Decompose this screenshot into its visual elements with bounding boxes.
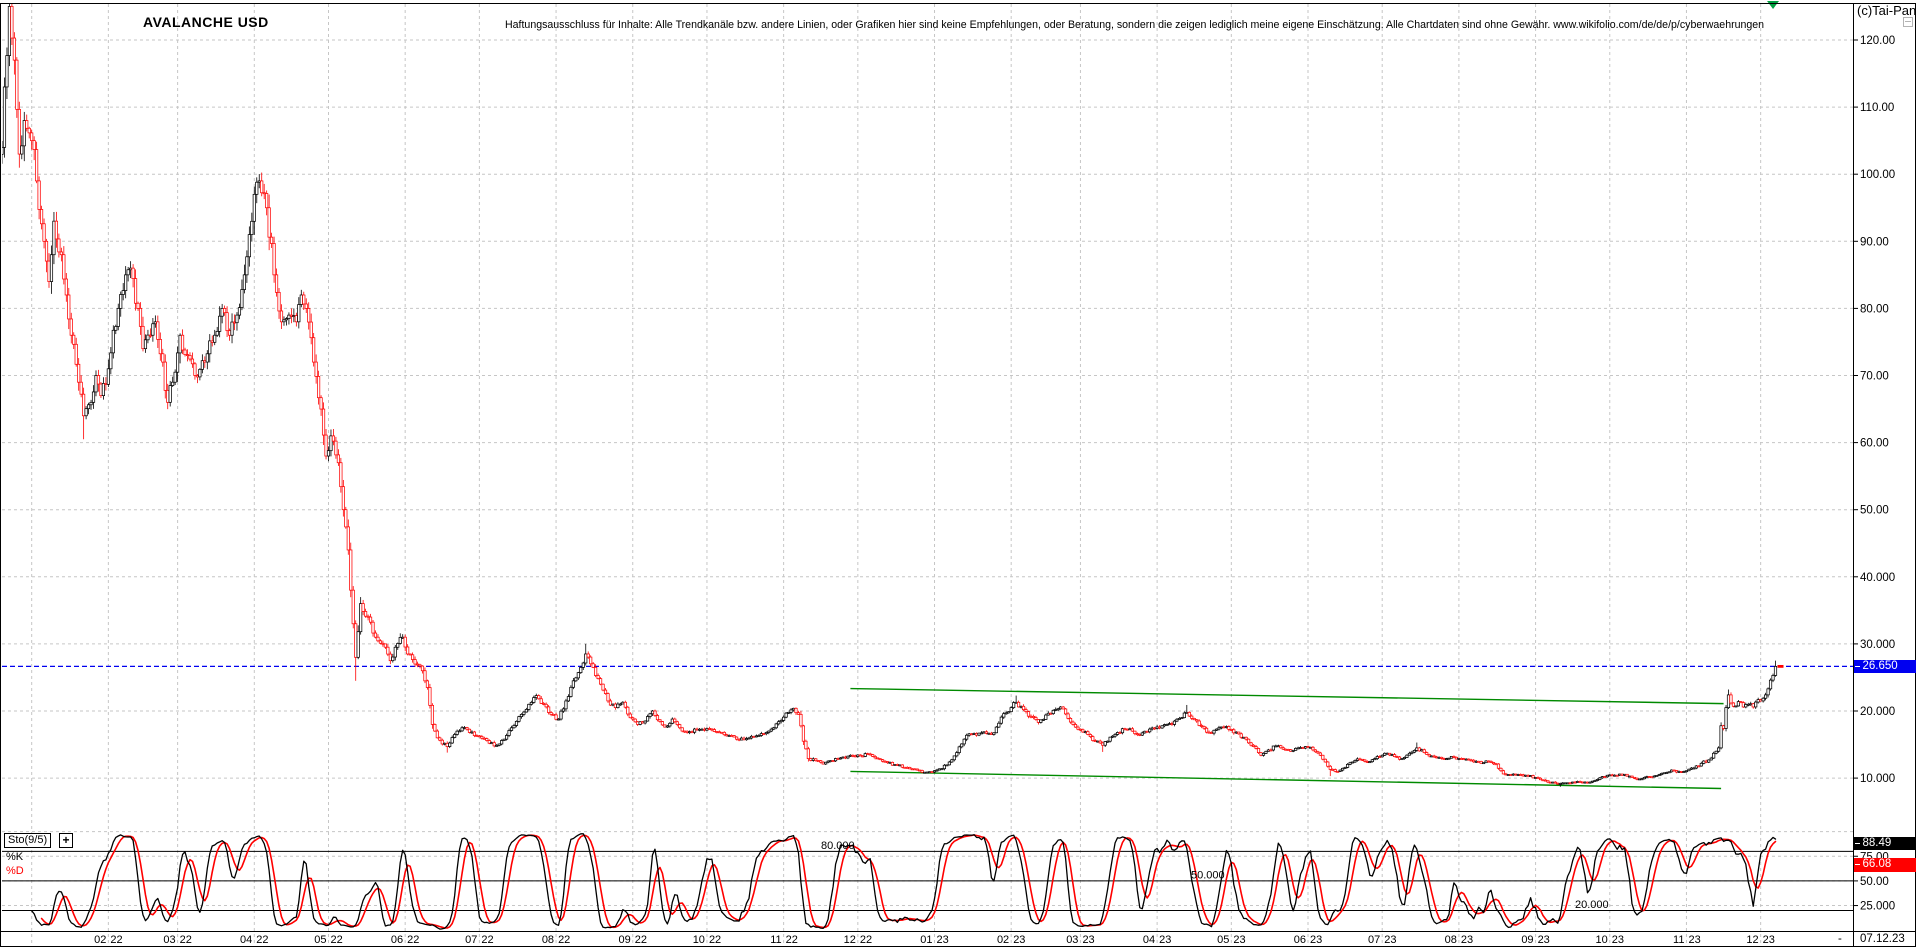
sto-level-label: 50.000 [1191,869,1225,881]
y-tick-label: 70.00 [1860,371,1889,383]
x-month-label: 03 [163,934,175,946]
x-month-label: 08 [542,934,554,946]
x-month-label: 09 [1521,934,1533,946]
x-year-label: 23 [937,934,949,946]
x-month-label: 02 [94,934,106,946]
x-month-label: 06 [1294,934,1306,946]
chart-title: AVALANCHE USD [143,14,269,30]
y-tick-label: 50.00 [1860,505,1889,517]
x-year-label: 23 [1612,934,1624,946]
copyright-label: (c)Tai-Pan [1857,3,1916,18]
x-month-label: 01 [920,934,932,946]
add-indicator-button[interactable]: + [59,833,73,848]
stochastic-d-value-tag: 66.08 [1853,858,1916,872]
x-year-label: 22 [635,934,647,946]
y-tick-label: 30.000 [1860,639,1895,651]
x-month-label: 03 [1066,934,1078,946]
y-tick-label: 80.00 [1860,303,1889,315]
lower-trendline [850,770,1722,790]
y-tick-label: 110.00 [1860,102,1894,114]
stochastic-k-label: %K [6,851,24,863]
x-year-label: 23 [1688,934,1700,946]
x-month-label: 11 [1673,934,1684,946]
disclaimer-text: Haftungsausschluss für Inhalte: Alle Tre… [505,19,1765,31]
x-month-label: 10 [1596,934,1608,946]
x-year-label: 22 [558,934,570,946]
stochastic-settings-button[interactable]: Sto(9/5) [4,833,52,848]
x-year-label: 23 [1763,934,1775,946]
stochastic-k-line [31,833,1777,930]
x-year-label: 23 [1310,934,1322,946]
x-month-label: 04 [1143,934,1155,946]
sto-level-label: 20.000 [1575,899,1609,911]
x-axis-partial-label: - [1838,933,1842,945]
candles-layer [2,4,1778,787]
current-price-tick [1777,664,1784,668]
x-month-label: 11 [770,934,781,946]
y-tick-label: 10.000 [1860,773,1895,785]
x-year-label: 22 [860,934,872,946]
x-year-label: 23 [1159,934,1171,946]
x-year-label: 23 [1233,934,1245,946]
chart-window: 80.000 50.000 20.000 120.00 110.00 100.00 90.0… [0,0,1916,948]
y-tick-label: 90.00 [1860,236,1889,248]
y-tick-label: 100.00 [1860,169,1895,181]
x-year-label: 23 [1461,934,1473,946]
x-year-label: 22 [331,934,343,946]
x-month-label: 09 [618,934,630,946]
x-year-label: 23 [1082,934,1094,946]
x-year-label: 22 [180,934,192,946]
x-year-label: 22 [786,934,798,946]
x-year-label: 23 [1013,934,1025,946]
x-month-label: 05 [1217,934,1229,946]
stochastic-d-line [40,834,1777,929]
x-year-label: 23 [1384,934,1396,946]
x-year-label: 22 [256,934,268,946]
x-year-label: 23 [1538,934,1550,946]
x-month-label: 06 [391,934,403,946]
last-price-tag: 26.650 [1853,659,1916,673]
y-tick-label: 120.00 [1860,35,1895,47]
x-month-label: 02 [997,934,1009,946]
collapse-axis-icon[interactable] [1903,17,1913,27]
y-tick-label: 60.00 [1860,438,1889,450]
x-month-label: 12 [844,934,856,946]
x-year-label: 22 [110,934,122,946]
y-tick-label: 20.000 [1860,706,1895,718]
x-month-label: 08 [1445,934,1457,946]
x-axis-date-label: 07.12.23 [1860,933,1905,945]
upper-trendline [850,687,1724,705]
x-month-label: 04 [240,934,252,946]
x-month-label: 07 [1368,934,1380,946]
y-tick-label: 40.000 [1860,572,1895,584]
x-month-label: 05 [314,934,326,946]
price-chart-canvas[interactable]: 80.000 50.000 20.000 120.00 110.00 100.00 90.0… [0,0,1916,948]
x-month-label: 12 [1746,934,1758,946]
sto-tick-label: 25.000 [1860,901,1895,913]
sto-tick-label: 50.00 [1860,876,1889,888]
x-year-label: 22 [709,934,721,946]
stochastic-k-value-tag: 88.49 [1853,836,1916,850]
sto-level-label: 80.000 [821,840,855,852]
stochastic-d-label: %D [6,865,24,877]
x-month-label: 10 [693,934,705,946]
x-year-label: 22 [407,934,419,946]
x-year-label: 22 [481,934,493,946]
x-month-label: 07 [465,934,477,946]
latest-bar-marker-icon [1767,1,1780,9]
